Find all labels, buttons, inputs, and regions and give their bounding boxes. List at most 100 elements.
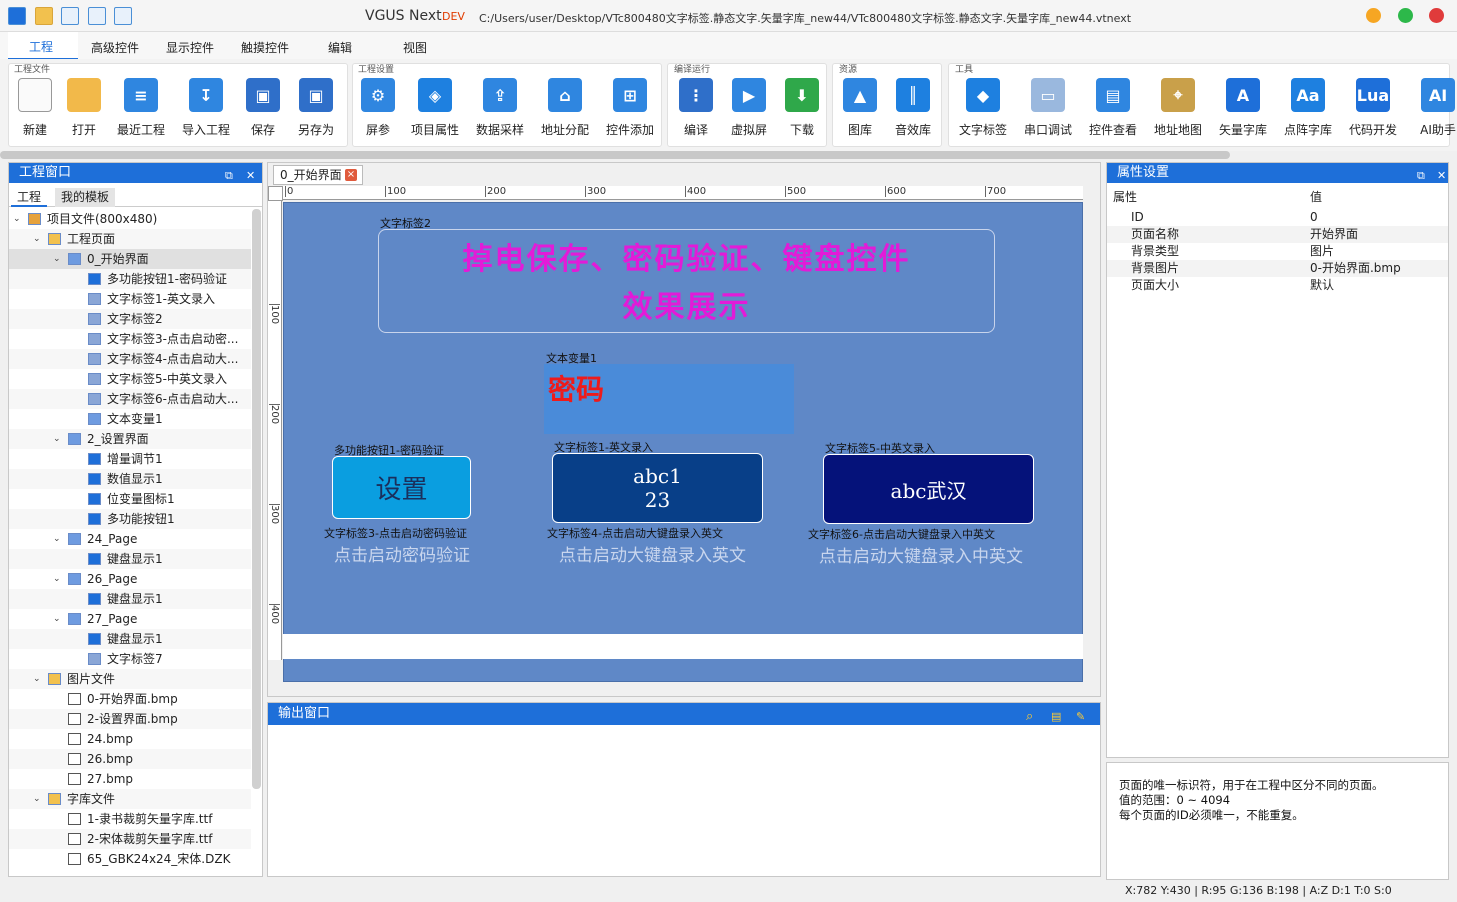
tree-item[interactable]: ⌄ 0_开始界面 <box>9 249 251 269</box>
hint-text-mixed[interactable]: 点击启动大键盘录入中英文 <box>819 542 1023 567</box>
doc-tab[interactable]: 0_开始界面 × <box>273 165 363 185</box>
chevron-down-icon[interactable]: ⌄ <box>53 429 63 449</box>
open-folder-button[interactable]: 打开 <box>54 78 114 138</box>
chevron-down-icon[interactable]: ⌄ <box>53 529 63 549</box>
mixed-input-widget[interactable]: abc武汉 <box>823 454 1034 524</box>
compile-button[interactable]: ⋮ 编译 <box>666 78 726 138</box>
close-icon[interactable]: ✕ <box>1437 166 1446 186</box>
hint-text-password[interactable]: 点击启动密码验证 <box>334 541 470 566</box>
tree-item[interactable]: ⌄ 2_设置界面 <box>9 429 251 449</box>
tree-item[interactable]: 文字标签6-点击启动大... <box>9 389 251 409</box>
close-tab-icon[interactable]: × <box>345 169 357 181</box>
tree-item[interactable]: 文字标签5-中英文录入 <box>9 369 251 389</box>
tree-item[interactable]: ⌄ 26_Page <box>9 569 251 589</box>
tree-item[interactable]: 文本变量1 <box>9 409 251 429</box>
tab-advanced-controls[interactable]: 高级控件 <box>91 39 139 56</box>
maximize-button[interactable] <box>1398 8 1413 23</box>
data-sampling-button[interactable]: ⇪ 数据采样 <box>470 78 530 138</box>
tree-item[interactable]: 数值显示1 <box>9 469 251 489</box>
text-label-button[interactable]: ◆ 文字标签 <box>953 78 1013 138</box>
settings-button-widget[interactable]: 设置 <box>332 456 471 519</box>
tree-item[interactable]: 多功能按钮1-密码验证 <box>9 269 251 289</box>
tree-item[interactable]: 2-宋体裁剪矢量字库.ttf <box>9 829 251 849</box>
tree-item[interactable]: 0-开始界面.bmp <box>9 689 251 709</box>
download-button[interactable]: ⬇ 下载 <box>772 78 832 138</box>
vector-font-button[interactable]: A 矢量字库 <box>1213 78 1273 138</box>
ai-assistant-button[interactable]: AI AI助手 <box>1408 78 1457 138</box>
search-icon[interactable]: ⌕ <box>1026 706 1033 728</box>
recent-project-button[interactable]: ≡ 最近工程 <box>111 78 171 138</box>
ribbon-scrollbar[interactable] <box>0 151 1230 159</box>
tree-item[interactable]: 24.bmp <box>9 729 251 749</box>
tree-item[interactable]: 文字标签2 <box>9 309 251 329</box>
tree-item[interactable]: 1-隶书裁剪矢量字库.ttf <box>9 809 251 829</box>
tree-item[interactable]: 27.bmp <box>9 769 251 789</box>
tree-item[interactable]: 2-设置界面.bmp <box>9 709 251 729</box>
chevron-down-icon[interactable]: ⌄ <box>53 609 63 629</box>
property-value[interactable]: 0-开始界面.bmp <box>1310 260 1401 277</box>
chevron-down-icon[interactable]: ⌄ <box>53 569 63 589</box>
open-folder-icon[interactable] <box>35 7 53 25</box>
close-button[interactable] <box>1429 8 1444 23</box>
address-map-button[interactable]: ⌖ 地址地图 <box>1148 78 1208 138</box>
tree-item[interactable]: 65_GBK24x24_宋体.DZK <box>9 849 251 869</box>
tree-item[interactable]: 键盘显示1 <box>9 629 251 649</box>
tab-my-templates[interactable]: 我的模板 <box>55 188 116 207</box>
tree-item[interactable]: ⌄ 27_Page <box>9 609 251 629</box>
tree-item[interactable]: 文字标签3-点击启动密... <box>9 329 251 349</box>
property-value[interactable]: 默认 <box>1310 277 1334 294</box>
tree-item[interactable]: ⌄ 图片文件 <box>9 669 251 689</box>
tree-item[interactable]: 增量调节1 <box>9 449 251 469</box>
property-value[interactable]: 0 <box>1310 209 1318 226</box>
chevron-down-icon[interactable]: ⌄ <box>33 789 43 809</box>
tree-item[interactable]: ⌄ 项目文件(800x480) <box>9 209 251 229</box>
property-value[interactable]: 开始界面 <box>1310 226 1358 243</box>
property-row[interactable]: ID 0 <box>1107 209 1448 226</box>
tree-item[interactable]: 文字标签4-点击启动大... <box>9 349 251 369</box>
import-project-button[interactable]: ↧ 导入工程 <box>176 78 236 138</box>
tab-project[interactable]: 工程 <box>29 38 53 55</box>
address-assign-button[interactable]: ⌂ 地址分配 <box>535 78 595 138</box>
gallery-button[interactable]: ▲ 图库 <box>830 78 890 138</box>
tab-project-tree[interactable]: 工程 <box>11 188 48 207</box>
save-as-button[interactable]: ▣ 另存为 <box>286 78 346 138</box>
code-dev-button[interactable]: Lua 代码开发 <box>1343 78 1403 138</box>
add-control-button[interactable]: ⊞ 控件添加 <box>600 78 660 138</box>
tree-scrollbar[interactable] <box>252 209 261 789</box>
property-row[interactable]: 背景图片 0-开始界面.bmp <box>1107 260 1448 277</box>
pin-icon[interactable]: ⧉ <box>1417 166 1425 186</box>
pin-icon[interactable]: ⧉ <box>225 166 233 186</box>
bitmap-font-button[interactable]: Aa 点阵字库 <box>1278 78 1338 138</box>
control-view-button[interactable]: ▤ 控件查看 <box>1083 78 1143 138</box>
tree-item[interactable]: 位变量图标1 <box>9 489 251 509</box>
tree-item[interactable]: 键盘显示1 <box>9 589 251 609</box>
tab-edit[interactable]: 编辑 <box>328 39 352 56</box>
tab-touch-controls[interactable]: 触摸控件 <box>241 39 289 56</box>
project-props-button[interactable]: ◈ 项目属性 <box>405 78 465 138</box>
chevron-down-icon[interactable]: ⌄ <box>33 669 43 689</box>
property-value[interactable]: 图片 <box>1310 243 1334 260</box>
english-input-widget[interactable]: abc1 23 <box>552 453 763 523</box>
save-icon[interactable] <box>61 7 79 25</box>
hint-text-english[interactable]: 点击启动大键盘录入英文 <box>559 541 746 566</box>
property-row[interactable]: 页面名称 开始界面 <box>1107 226 1448 243</box>
log-icon[interactable]: ▤ <box>1051 706 1061 728</box>
tree-item[interactable]: ⌄ 字库文件 <box>9 789 251 809</box>
compile-icon[interactable] <box>88 7 106 25</box>
property-row[interactable]: 页面大小 默认 <box>1107 277 1448 294</box>
screen-params-button[interactable]: ⚙ 屏参 <box>348 78 408 138</box>
tree-item[interactable]: ⌄ 工程页面 <box>9 229 251 249</box>
tree-item[interactable]: ⌄ 24_Page <box>9 529 251 549</box>
close-icon[interactable]: ✕ <box>246 166 255 186</box>
minimize-button[interactable] <box>1366 8 1381 23</box>
clear-icon[interactable]: ✎ <box>1076 706 1085 728</box>
chevron-down-icon[interactable]: ⌄ <box>53 249 63 269</box>
property-row[interactable]: 背景类型 图片 <box>1107 243 1448 260</box>
chevron-down-icon[interactable]: ⌄ <box>33 229 43 249</box>
tree-item[interactable]: 多功能按钮1 <box>9 509 251 529</box>
tree-item[interactable]: 键盘显示1 <box>9 549 251 569</box>
tab-view[interactable]: 视图 <box>403 39 427 56</box>
save-button[interactable]: ▣ 保存 <box>233 78 293 138</box>
tab-display-controls[interactable]: 显示控件 <box>166 39 214 56</box>
virtual-screen-button[interactable]: ▶ 虚拟屏 <box>719 78 779 138</box>
